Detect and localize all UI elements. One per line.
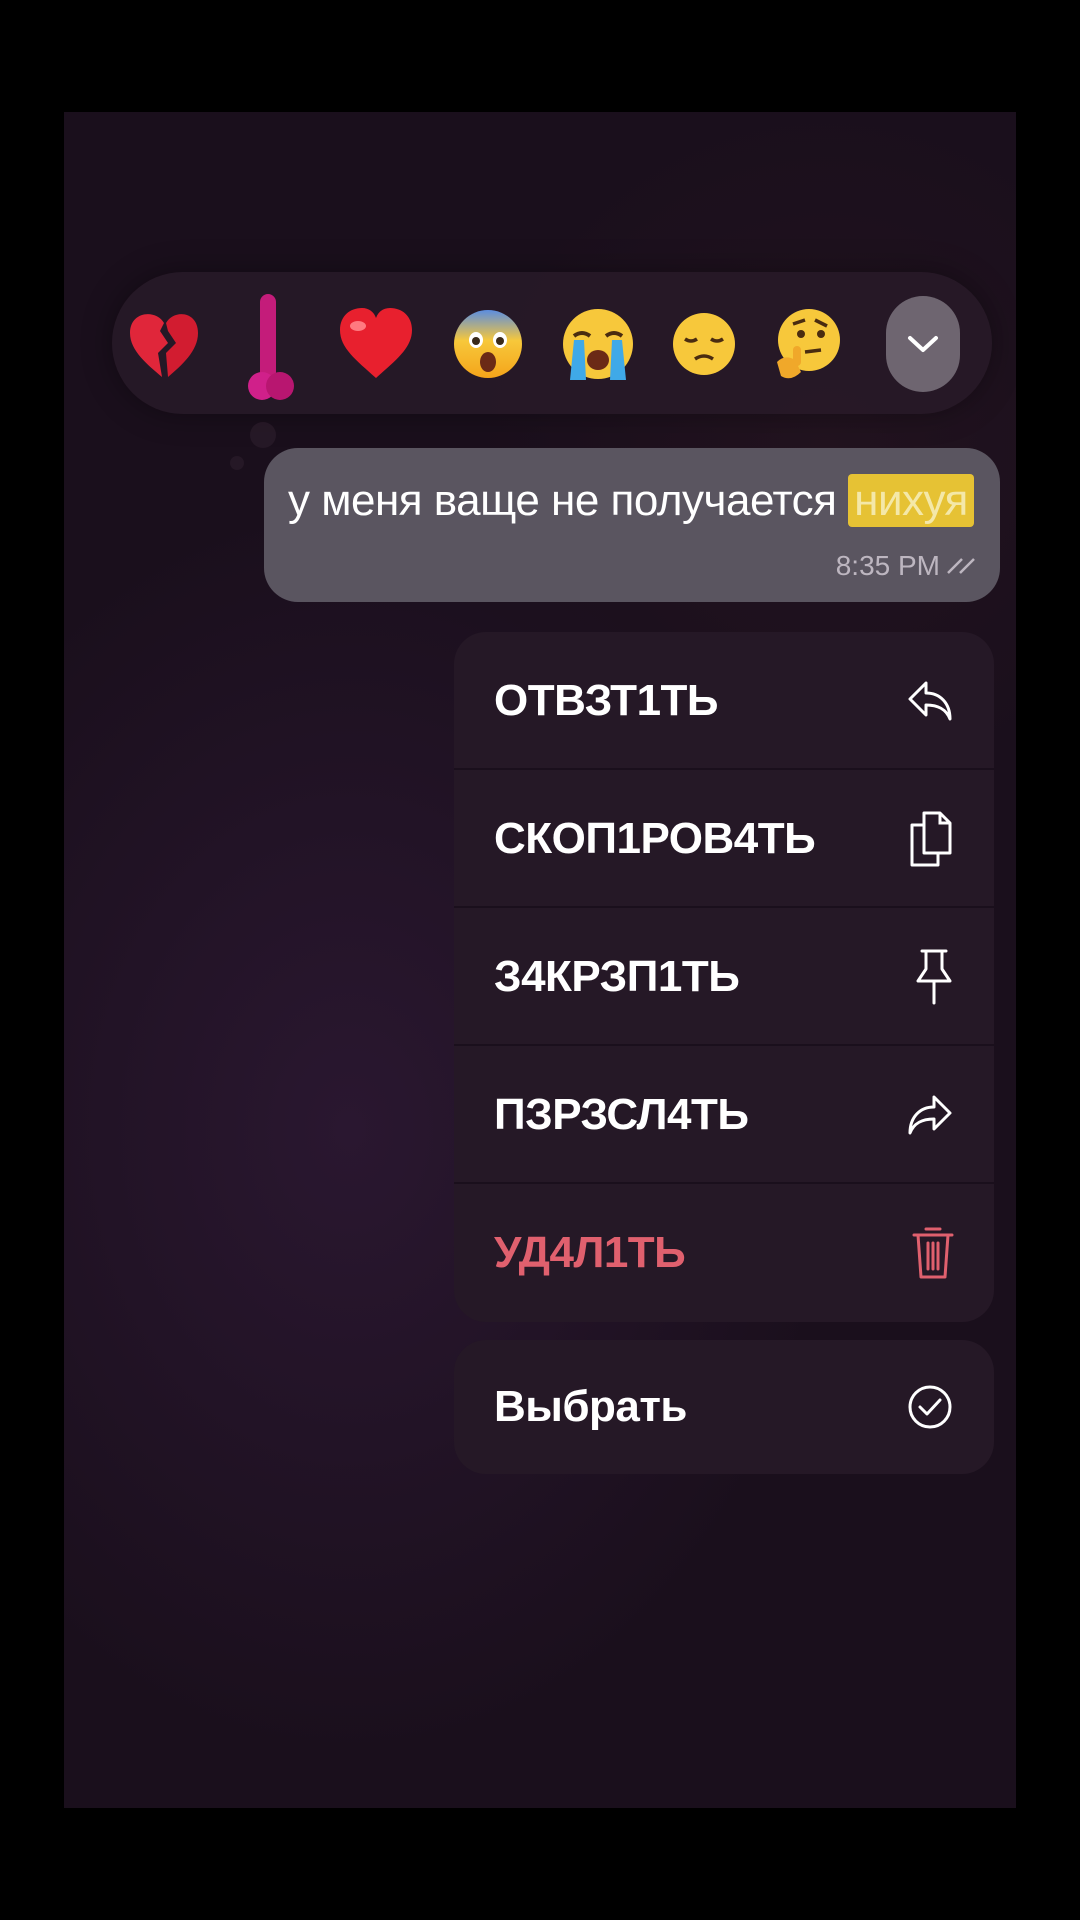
reaction-bar-tail: [250, 422, 276, 448]
menu-item-label: ПЗРЗСЛ4ТЬ: [494, 1089, 749, 1139]
message-text-main: у меня ваще не получается: [288, 476, 849, 525]
disappointed-face-icon: [673, 313, 735, 375]
menu-item-label: Выбрать: [494, 1382, 687, 1431]
context-menu: ОТВЗТ1ТЬ СКОП1РОВ4ТЬ З4КРЗП1ТЬ ПЗРЗСЛ4ТЬ…: [454, 632, 994, 1322]
red-heart-icon: [340, 308, 412, 378]
menu-item-delete[interactable]: УД4Л1ТЬ: [454, 1184, 994, 1321]
reaction-red-heart[interactable]: [336, 304, 416, 384]
menu-item-copy[interactable]: СКОП1РОВ4ТЬ: [454, 770, 994, 907]
message-text: у меня ваще не получается нихуя: [288, 474, 974, 527]
reaction-thinking-face[interactable]: [766, 304, 846, 384]
forward-icon: [908, 1095, 952, 1134]
broken-heart-icon: [130, 314, 198, 377]
fearful-face-icon: [454, 310, 522, 378]
copy-icon: [910, 811, 952, 866]
pin-icon: [916, 949, 952, 1004]
menu-item-label: ОТВЗТ1ТЬ: [494, 675, 719, 725]
crying-face-icon: [563, 309, 633, 380]
reply-icon: [908, 681, 952, 720]
trash-icon: [912, 1227, 954, 1278]
menu-item-label: З4КРЗП1ТЬ: [494, 951, 740, 1001]
context-menu-select: Выбрать: [454, 1340, 994, 1474]
thinking-face-icon: [777, 309, 840, 379]
menu-item-label: СКОП1РОВ4ТЬ: [494, 813, 816, 863]
reaction-eggplant[interactable]: [232, 294, 312, 400]
reaction-bar-tail-small: [230, 456, 244, 470]
check-circle-icon: [908, 1385, 952, 1429]
message-meta: 8:35 PM: [836, 550, 980, 582]
reaction-crying-face[interactable]: [558, 304, 638, 384]
pink-object-icon: [248, 294, 294, 400]
message-text-highlight: нихуя: [848, 474, 974, 527]
double-check-icon: [947, 558, 975, 574]
reaction-disappointed-face[interactable]: [664, 304, 744, 384]
menu-item-forward[interactable]: ПЗРЗСЛ4ТЬ: [454, 1046, 994, 1183]
menu-item-select[interactable]: Выбрать: [454, 1340, 994, 1474]
chevron-down-icon: [908, 336, 938, 352]
menu-item-pin[interactable]: З4КРЗП1ТЬ: [454, 908, 994, 1045]
reaction-bar: [112, 272, 992, 414]
reaction-fearful-face[interactable]: [448, 304, 528, 384]
chat-screen: у меня ваще не получается нихуя 8:35 PM …: [64, 112, 1016, 1808]
menu-item-reply[interactable]: ОТВЗТ1ТЬ: [454, 632, 994, 769]
more-reactions-button[interactable]: [886, 296, 960, 392]
reaction-broken-heart[interactable]: [124, 304, 204, 384]
menu-item-label: УД4Л1ТЬ: [494, 1227, 686, 1277]
message-time: 8:35 PM: [835, 550, 940, 581]
message-bubble[interactable]: у меня ваще не получается нихуя 8:35 PM: [264, 448, 1000, 602]
